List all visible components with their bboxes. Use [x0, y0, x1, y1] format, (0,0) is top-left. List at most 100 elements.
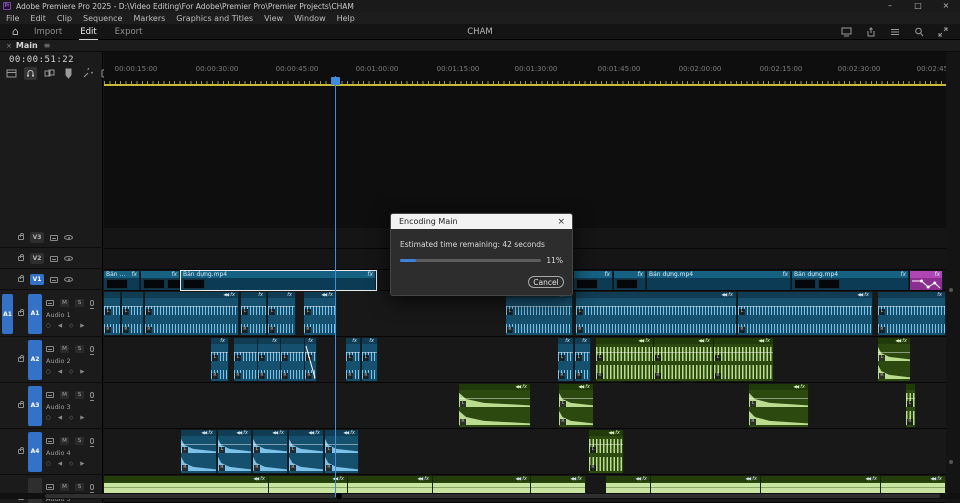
sync-lock-icon[interactable] — [46, 483, 54, 490]
voiceover-record-icon[interactable] — [90, 299, 94, 309]
keyframe-pen-icon[interactable]: ○ — [46, 323, 51, 329]
track-target-a1[interactable]: A1 — [28, 293, 42, 334]
add-keyframe-icon[interactable]: ◇ — [69, 461, 73, 467]
audio-clip-a2[interactable]: fx L R — [362, 338, 378, 381]
audio-clip-a2[interactable]: LR — [281, 338, 305, 381]
workspace-tab-export[interactable]: Export — [114, 24, 144, 40]
menu-item-window[interactable]: Window — [294, 14, 326, 23]
lock-icon[interactable] — [18, 275, 24, 282]
previous-keyframe-icon[interactable]: ◀ — [58, 415, 62, 421]
audio-clip-a4[interactable]: ◀◀ fx L R — [289, 430, 324, 473]
keyframe-pen-icon[interactable]: ○ — [46, 461, 51, 467]
share-icon[interactable] — [866, 26, 876, 37]
audio-clip-a2[interactable]: fx L R — [558, 338, 574, 381]
track-target-v3[interactable]: V3 — [30, 232, 44, 243]
sync-lock-icon[interactable] — [46, 299, 54, 306]
lock-icon[interactable] — [18, 309, 24, 316]
menu-item-clip[interactable]: Clip — [57, 14, 72, 23]
lock-icon[interactable] — [18, 233, 24, 240]
track-lane-a2[interactable] — [104, 337, 946, 383]
mute-button[interactable]: M — [60, 298, 69, 307]
add-keyframe-icon[interactable]: ◇ — [69, 323, 73, 329]
timeline-clip-v1[interactable]: Bản dựng.mp4 fx — [180, 270, 377, 291]
previous-keyframe-icon[interactable]: ◀ — [58, 461, 62, 467]
minimize-button[interactable]: – — [876, 0, 904, 12]
menu-item-help[interactable]: Help — [337, 14, 355, 23]
audio-clip-a2[interactable]: fx L R — [305, 338, 317, 381]
previous-keyframe-icon[interactable]: ◀ — [58, 323, 62, 329]
toggle-track-output-icon[interactable] — [64, 235, 73, 240]
audio-clip-a1[interactable]: ◀◀fxLR — [506, 292, 573, 335]
audio-clip-a1[interactable]: ◀◀fxLR — [738, 292, 873, 335]
audio-clip-a2[interactable]: fx L R — [575, 338, 591, 381]
lock-icon[interactable] — [18, 254, 24, 261]
mute-button[interactable]: M — [60, 390, 69, 399]
workspaces-icon[interactable] — [890, 27, 900, 37]
lock-icon[interactable] — [18, 447, 24, 454]
audio-clip-a3[interactable]: ◀◀ fx L R — [559, 384, 594, 427]
dialog-close-icon[interactable]: × — [557, 217, 572, 227]
audio-clip-a2[interactable]: ◀◀ fx L R — [714, 338, 774, 381]
lock-icon[interactable] — [18, 355, 24, 362]
horizontal-scrollbar-thumb[interactable] — [45, 494, 940, 498]
horizontal-scrollbar[interactable] — [0, 493, 960, 499]
audio-clip-a2[interactable]: fx L R — [346, 338, 361, 381]
add-keyframe-icon[interactable]: ◇ — [69, 415, 73, 421]
workspace-tab-import[interactable]: Import — [33, 24, 63, 40]
sync-lock-icon[interactable] — [46, 345, 54, 352]
audio-clip-a2[interactable]: fx L R — [211, 338, 229, 381]
voiceover-record-icon[interactable] — [90, 345, 94, 355]
maximize-button[interactable]: □ — [904, 0, 932, 12]
snap-icon[interactable] — [24, 67, 37, 80]
lock-icon[interactable] — [18, 401, 24, 408]
solo-button[interactable]: S — [75, 298, 84, 307]
sequence-tab-main[interactable]: Main — [16, 41, 38, 50]
audio-clip-a3[interactable]: LR — [906, 384, 916, 427]
audio-clip-a2[interactable]: fx L R — [258, 338, 281, 381]
timeline-clip-v1[interactable]: Bản dựng.mp4 fx — [792, 271, 909, 290]
monitor-icon[interactable] — [841, 27, 852, 37]
timeline-settings-wrench-icon[interactable] — [81, 67, 94, 80]
solo-button[interactable]: S — [75, 344, 84, 353]
add-marker-icon[interactable] — [62, 67, 75, 80]
sync-lock-icon[interactable] — [50, 255, 58, 262]
current-timecode[interactable]: 00:00:51:22 — [9, 55, 74, 65]
cancel-button[interactable]: Cancel — [528, 276, 564, 288]
voiceover-record-icon[interactable] — [90, 391, 94, 401]
workspace-tab-edit[interactable]: Edit — [79, 24, 99, 41]
previous-keyframe-icon[interactable]: ◀ — [58, 369, 62, 375]
search-icon[interactable] — [914, 27, 924, 37]
voiceover-record-icon[interactable] — [90, 483, 94, 493]
menu-item-sequence[interactable]: Sequence — [83, 14, 122, 23]
source-patch-a1[interactable]: A1 — [2, 294, 13, 334]
close-button[interactable]: × — [932, 0, 960, 12]
mute-button[interactable]: M — [60, 436, 69, 445]
voiceover-record-icon[interactable] — [90, 437, 94, 447]
solo-button[interactable]: S — [75, 436, 84, 445]
keyframe-pen-icon[interactable]: ○ — [46, 369, 51, 375]
track-target-a2[interactable]: A2 — [28, 339, 42, 380]
timeline-clip-v1[interactable]: fx — [614, 271, 646, 290]
audio-clip-a3[interactable]: ◀◀ fx L R — [459, 384, 531, 427]
audio-clip-a2[interactable]: ◀◀ fx L R — [878, 338, 911, 381]
mute-button[interactable]: M — [60, 344, 69, 353]
home-icon[interactable]: ⌂ — [12, 25, 19, 38]
audio-clip-a3[interactable]: ◀◀ fx L R — [749, 384, 809, 427]
mute-button[interactable]: M — [60, 482, 69, 491]
menu-item-graphics-and-titles[interactable]: Graphics and Titles — [176, 14, 253, 23]
toggle-track-output-icon[interactable] — [64, 277, 73, 282]
menu-item-file[interactable]: File — [6, 14, 19, 23]
add-keyframe-icon[interactable]: ◇ — [69, 369, 73, 375]
dialog-header[interactable]: Encoding Main × — [391, 214, 572, 229]
audio-clip-a1[interactable]: LR — [122, 292, 144, 335]
next-keyframe-icon[interactable]: ▶ — [80, 461, 84, 467]
timeline-clip-v1[interactable]: fx — [574, 271, 613, 290]
menu-item-markers[interactable]: Markers — [133, 14, 165, 23]
panel-close-icon[interactable]: × — [6, 42, 12, 50]
timeline-clip-v1[interactable]: fx — [141, 271, 189, 290]
audio-clip-a4[interactable]: ◀◀ fx L R — [589, 430, 624, 473]
fullscreen-icon[interactable] — [938, 27, 948, 37]
next-keyframe-icon[interactable]: ▶ — [80, 415, 84, 421]
audio-clip-a1[interactable]: ◀◀fxLR — [304, 292, 337, 335]
audio-clip-a1[interactable]: fx L R — [878, 292, 946, 335]
